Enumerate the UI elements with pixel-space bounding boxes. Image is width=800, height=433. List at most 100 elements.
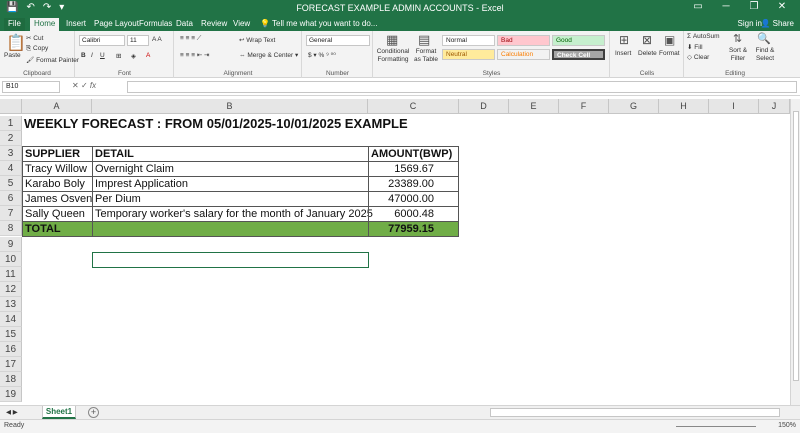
zoom-level[interactable]: 150% [778, 422, 796, 429]
row-header-14[interactable]: 14 [0, 312, 22, 327]
align-top-icon[interactable]: ≡ ≡ ≡ ⟋ [180, 35, 201, 43]
row-header-9[interactable]: 9 [0, 237, 22, 252]
row-header-17[interactable]: 17 [0, 357, 22, 372]
active-cell-selection[interactable] [92, 252, 369, 268]
tab-file[interactable]: File [4, 18, 25, 31]
column-header-j[interactable]: J [759, 99, 790, 114]
cell-detail[interactable]: Temporary worker's salary for the month … [92, 206, 373, 222]
sign-in-link[interactable]: Sign in [738, 18, 762, 30]
fx-icon[interactable]: fx [90, 81, 96, 90]
number-format-select[interactable]: General [306, 35, 370, 46]
tab-formulas[interactable]: Formulas [135, 18, 176, 31]
underline-icon[interactable]: U [100, 52, 105, 59]
cell-amount[interactable]: 6000.48 [368, 206, 459, 222]
style-bad[interactable]: Bad [497, 35, 550, 46]
copy-button[interactable]: ⎘ Copy [26, 45, 48, 53]
tab-home[interactable]: Home [30, 18, 60, 31]
format-cells-icon[interactable]: ▣ [664, 33, 675, 47]
row-header-7[interactable]: 7 [0, 206, 22, 221]
name-box[interactable]: B10 [2, 81, 60, 93]
row-header-3[interactable]: 3 [0, 146, 22, 161]
header-detail[interactable]: DETAIL [92, 146, 369, 162]
format-as-table-button[interactable]: Format as Table [412, 48, 440, 64]
insert-cells-button[interactable]: Insert [615, 50, 631, 57]
cell-supplier[interactable]: Tracy Willow [22, 161, 93, 177]
cell-amount[interactable]: 23389.00 [368, 176, 459, 192]
font-size-select[interactable]: 11 [127, 35, 149, 46]
cell-detail[interactable]: Overnight Claim [92, 161, 369, 177]
style-check-cell[interactable]: Check Cell [552, 49, 605, 60]
minimize-icon[interactable]: ─ [712, 1, 740, 12]
row-header-19[interactable]: 19 [0, 387, 22, 402]
align-left-icon[interactable]: ≡ ≡ ≡ ⇤ ⇥ [180, 51, 210, 59]
row-header-18[interactable]: 18 [0, 372, 22, 387]
delete-cells-icon[interactable]: ⊠ [642, 33, 652, 47]
row-header-13[interactable]: 13 [0, 297, 22, 312]
tab-data[interactable]: Data [172, 18, 197, 31]
format-painter-button[interactable]: 🖌 Format Painter [26, 56, 79, 64]
conditional-formatting-icon[interactable]: ▦ [386, 32, 398, 48]
paste-button[interactable]: Paste [4, 52, 21, 59]
format-cells-button[interactable]: Format [659, 50, 680, 57]
row-header-6[interactable]: 6 [0, 191, 22, 206]
cell-detail[interactable]: Per Dium [92, 191, 369, 207]
sheet-tab-sheet1[interactable]: Sheet1 [42, 406, 76, 419]
vertical-scroll-thumb[interactable] [793, 111, 799, 381]
paste-icon[interactable]: 📋 [6, 33, 26, 53]
bold-icon[interactable]: B [81, 52, 86, 59]
cell-supplier[interactable]: Sally Queen [22, 206, 93, 222]
clear-button[interactable]: ◇ Clear [687, 53, 709, 61]
delete-cells-button[interactable]: Delete [638, 50, 657, 57]
wrap-text-button[interactable]: ↩ Wrap Text [239, 36, 275, 44]
cancel-icon[interactable]: ✕ [72, 81, 79, 90]
row-header-15[interactable]: 15 [0, 327, 22, 342]
cell-supplier[interactable]: Karabo Boly [22, 176, 93, 192]
tab-review[interactable]: Review [197, 18, 231, 31]
tab-view[interactable]: View [229, 18, 254, 31]
header-amount[interactable]: AMOUNT(BWP) [368, 146, 459, 162]
row-header-5[interactable]: 5 [0, 176, 22, 191]
column-header-b[interactable]: B [92, 99, 368, 114]
style-good[interactable]: Good [552, 35, 605, 46]
conditional-formatting-button[interactable]: Conditional Formatting [374, 48, 412, 64]
total-empty-cell[interactable] [92, 221, 369, 237]
fill-color-icon[interactable]: ◈ [131, 52, 136, 60]
row-header-12[interactable]: 12 [0, 282, 22, 297]
horizontal-scrollbar[interactable] [490, 408, 780, 417]
italic-icon[interactable]: I [91, 52, 93, 59]
find-select-button[interactable]: Find & Select [751, 47, 779, 63]
formula-input[interactable] [127, 81, 797, 93]
tell-me-search[interactable]: 💡 Tell me what you want to do... [256, 18, 381, 31]
style-neutral[interactable]: Neutral [442, 49, 495, 60]
vertical-scrollbar[interactable] [790, 99, 800, 405]
cell-detail[interactable]: Imprest Application [92, 176, 369, 192]
column-header-a[interactable]: A [22, 99, 92, 114]
font-name-select[interactable]: Calibri [79, 35, 125, 46]
column-header-e[interactable]: E [509, 99, 559, 114]
tab-insert[interactable]: Insert [62, 18, 90, 31]
grow-font-icon[interactable]: A A [152, 36, 162, 43]
zoom-slider[interactable] [676, 426, 756, 427]
currency-icon[interactable]: $ ▾ % ⁹ ⁰⁰ [308, 51, 336, 59]
cut-button[interactable]: ✂ Cut [26, 34, 43, 42]
sort-filter-icon[interactable]: ⇅ [733, 32, 742, 45]
select-all-corner[interactable] [0, 99, 22, 114]
font-color-icon[interactable]: A [146, 52, 150, 59]
style-calculation[interactable]: Calculation [497, 49, 550, 60]
style-normal[interactable]: Normal [442, 35, 495, 46]
insert-cells-icon[interactable]: ⊞ [619, 33, 629, 47]
share-button[interactable]: 👤 Share [760, 18, 794, 30]
row-header-10[interactable]: 10 [0, 252, 22, 267]
merge-center-button[interactable]: ⇔ Merge & Center ▾ [239, 51, 298, 59]
fill-button[interactable]: ⬇ Fill [687, 43, 703, 51]
column-header-c[interactable]: C [368, 99, 459, 114]
row-header-4[interactable]: 4 [0, 161, 22, 176]
row-header-11[interactable]: 11 [0, 267, 22, 282]
close-icon[interactable]: ✕ [768, 1, 796, 12]
row-header-2[interactable]: 2 [0, 131, 22, 146]
borders-icon[interactable]: ⊞ [116, 52, 121, 60]
cell-amount[interactable]: 47000.00 [368, 191, 459, 207]
autosum-button[interactable]: Σ AutoSum [687, 33, 720, 40]
column-header-g[interactable]: G [609, 99, 659, 114]
sort-filter-button[interactable]: Sort & Filter [727, 47, 749, 63]
